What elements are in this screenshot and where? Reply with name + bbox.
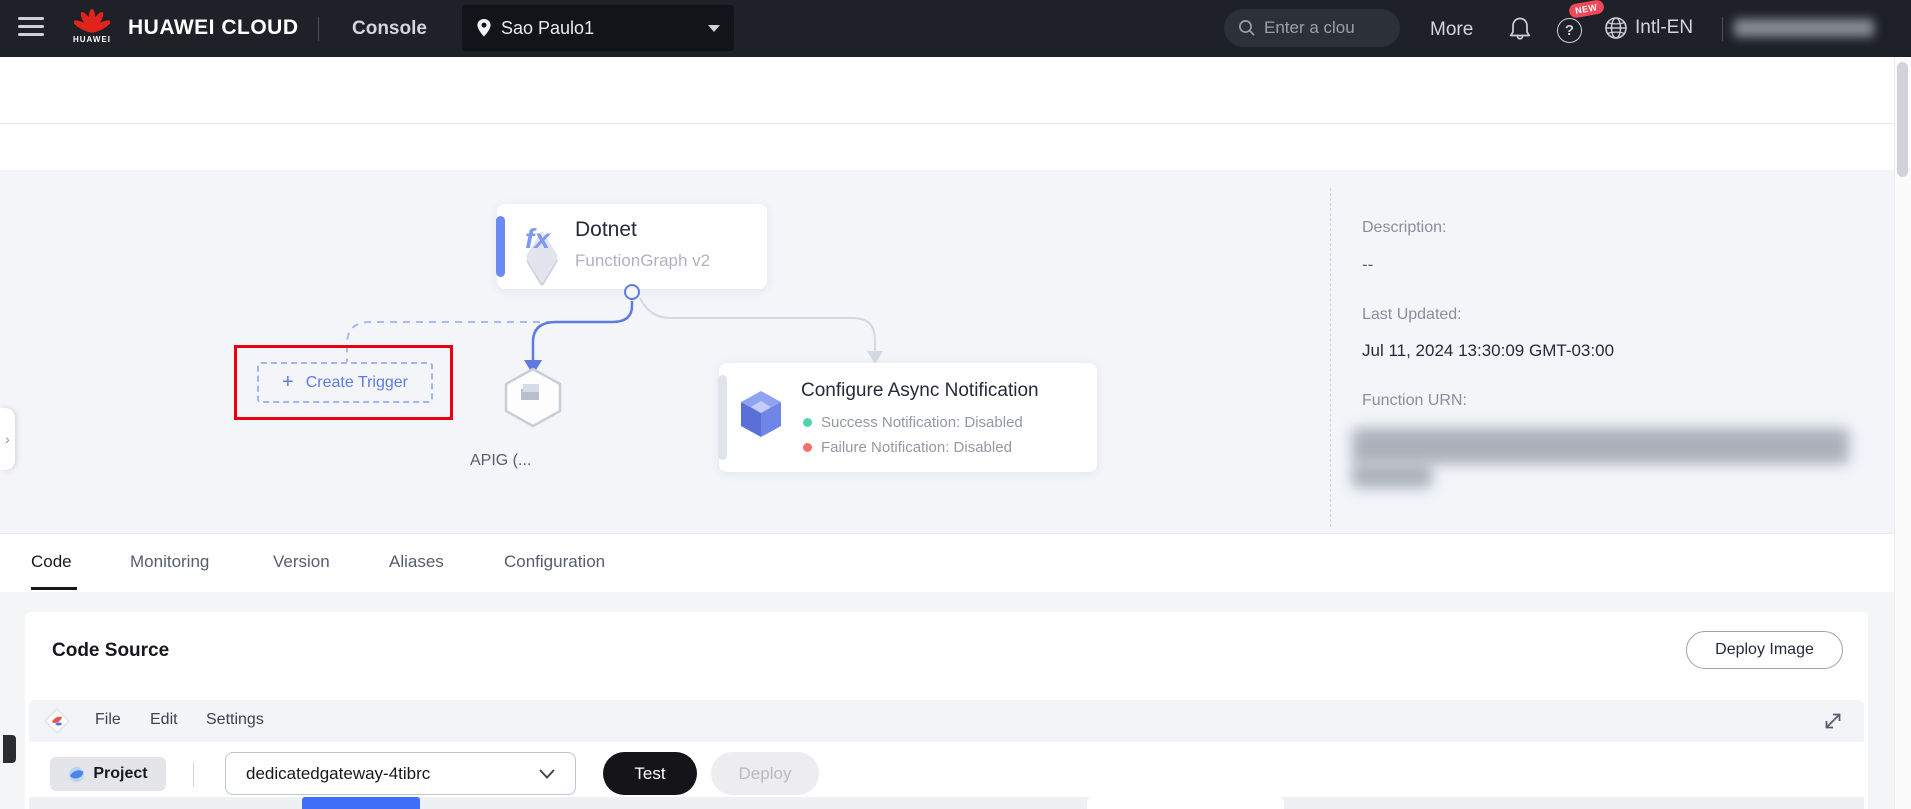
- info-panel-divider: [1330, 188, 1331, 527]
- editor-menu-edit[interactable]: Edit: [150, 711, 178, 729]
- async-notification-card[interactable]: Configure Async Notification Success Not…: [719, 363, 1097, 472]
- editor-menu-settings[interactable]: Settings: [206, 711, 264, 729]
- tab-aliases[interactable]: Aliases: [389, 552, 444, 572]
- huawei-logo[interactable]: HUAWEI: [68, 7, 116, 51]
- function-urn-redacted-2: [1352, 464, 1432, 488]
- async-cube-icon: [735, 387, 787, 441]
- description-label: Description:: [1362, 219, 1446, 237]
- tab-configuration[interactable]: Configuration: [504, 552, 605, 572]
- region-name: Sao Paulo1: [501, 18, 594, 39]
- page-scrollbar-thumb[interactable]: [1897, 62, 1908, 177]
- editor-menu-bar: [29, 700, 1864, 742]
- search-input[interactable]: [1264, 18, 1384, 38]
- region-selector[interactable]: Sao Paulo1: [462, 5, 734, 51]
- huawei-logo-word: HUAWEI: [73, 35, 111, 44]
- new-badge: NEW: [1568, 0, 1604, 19]
- topbar-divider: [1722, 17, 1723, 41]
- function-tabs: Code Monitoring Version Aliases Configur…: [0, 533, 1894, 592]
- tab-version[interactable]: Version: [273, 552, 330, 572]
- function-info-row: Function Info: [0, 124, 1911, 170]
- topbar-divider: [318, 17, 319, 41]
- card-accent-bar: [718, 375, 727, 460]
- hamburger-menu-icon[interactable]: [18, 17, 44, 39]
- functiongraph-fx-icon: fx: [513, 217, 571, 275]
- chevron-down-icon: [708, 25, 720, 32]
- test-button[interactable]: Test: [603, 752, 697, 795]
- description-value: --: [1362, 255, 1373, 275]
- function-node-card[interactable]: fx Dotnet FunctionGraph v2: [497, 204, 767, 289]
- editor-pane-top: [1087, 797, 1284, 809]
- notifications-bell-icon[interactable]: [1508, 16, 1532, 43]
- function-node-subtitle: FunctionGraph v2: [575, 251, 710, 271]
- tab-code[interactable]: Code: [31, 552, 72, 572]
- brand-title: HUAWEI CLOUD: [128, 16, 299, 40]
- function-urn-label: Function URN:: [1362, 392, 1467, 410]
- huawei-flower-icon: [74, 7, 110, 37]
- function-header: Dotnet Version: latest Copy URN Disable …: [0, 57, 1911, 124]
- success-status-dot: [803, 418, 812, 427]
- help-icon[interactable]: ?: [1557, 18, 1582, 43]
- account-name-redacted[interactable]: [1734, 19, 1874, 37]
- code-source-title: Code Source: [52, 640, 169, 662]
- card-accent-bar: [496, 216, 505, 277]
- active-tab-underline: [31, 587, 77, 590]
- deploy-button-disabled[interactable]: Deploy: [711, 752, 819, 795]
- gateway-file-selector[interactable]: dedicatedgateway-4tibrc: [225, 752, 576, 795]
- plus-icon: +: [282, 371, 294, 394]
- create-trigger-button[interactable]: + Create Trigger: [257, 362, 433, 403]
- console-link[interactable]: Console: [352, 18, 427, 40]
- editor-active-file-chip[interactable]: [302, 797, 420, 809]
- deploy-image-button[interactable]: Deploy Image: [1686, 631, 1843, 669]
- tab-monitoring[interactable]: Monitoring: [130, 552, 209, 572]
- last-updated-value: Jul 11, 2024 13:30:09 GMT-03:00: [1362, 341, 1614, 361]
- success-notification-status: Success Notification: Disabled: [803, 414, 1023, 431]
- project-button[interactable]: Project: [50, 757, 166, 791]
- side-panel-toggle[interactable]: ›: [0, 408, 15, 470]
- page: HUAWEI HUAWEI CLOUD Console Sao Paulo1 M…: [0, 0, 1911, 809]
- fullscreen-expand-icon[interactable]: [1822, 710, 1844, 732]
- function-urn-redacted: [1352, 428, 1849, 464]
- gateway-file-selector-value: dedicatedgateway-4tibrc: [246, 764, 430, 784]
- top-nav-bar: HUAWEI HUAWEI CLOUD Console Sao Paulo1 M…: [0, 0, 1911, 57]
- language-label: Intl-EN: [1635, 17, 1693, 39]
- last-updated-label: Last Updated:: [1362, 306, 1462, 324]
- async-card-title: Configure Async Notification: [801, 380, 1039, 402]
- global-search[interactable]: [1224, 9, 1400, 47]
- function-flow-diagram: › fx Dotnet FunctionGraph v2 + Create Tr…: [0, 170, 1894, 533]
- apig-node-icon: [521, 384, 539, 400]
- apig-node-label: APIG (...: [470, 452, 531, 470]
- project-icon: [68, 766, 85, 783]
- language-selector[interactable]: Intl-EN: [1604, 16, 1693, 40]
- search-icon: [1238, 19, 1256, 37]
- function-node-name: Dotnet: [575, 218, 637, 242]
- chevron-down-icon: [539, 769, 555, 779]
- failure-notification-status: Failure Notification: Disabled: [803, 439, 1012, 456]
- globe-icon: [1604, 16, 1628, 40]
- location-pin-icon: [476, 18, 492, 38]
- ide-logo-icon: [44, 708, 70, 734]
- editor-menu-file[interactable]: File: [95, 711, 121, 729]
- toolbar-divider: [193, 762, 194, 787]
- connector-dot: [624, 284, 640, 300]
- failure-status-dot: [803, 443, 812, 452]
- more-menu[interactable]: More: [1430, 19, 1473, 41]
- collapsed-panel-handle[interactable]: [3, 735, 16, 763]
